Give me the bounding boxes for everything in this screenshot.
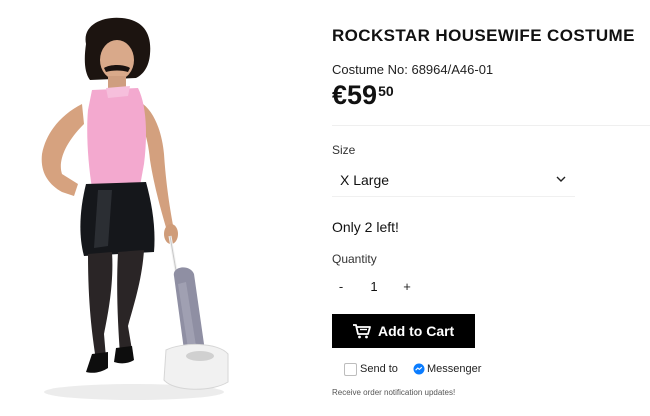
messenger-label: Messenger [427, 363, 482, 375]
cart-icon [353, 324, 371, 339]
product-price: €5950 [332, 80, 394, 111]
price-cents: 50 [378, 83, 394, 99]
notification-note: Receive order notification updates! [332, 388, 456, 397]
add-to-cart-label: Add to Cart [378, 323, 455, 339]
chevron-down-icon [556, 176, 566, 182]
messenger-checkbox[interactable] [344, 363, 357, 376]
divider [332, 125, 650, 126]
send-to-label: Send to [360, 363, 398, 375]
size-label: Size [332, 143, 356, 157]
add-to-cart-button[interactable]: Add to Cart [332, 314, 475, 348]
quantity-stepper: - + [332, 274, 424, 298]
quantity-label: Quantity [332, 252, 377, 266]
product-details: ROCKSTAR HOUSEWIFE COSTUME Costume No: 6… [332, 0, 650, 416]
product-title: ROCKSTAR HOUSEWIFE COSTUME [332, 26, 635, 45]
product-image [41, 17, 229, 400]
size-select[interactable]: X Large [332, 164, 575, 197]
messenger-icon [413, 363, 425, 375]
send-to-messenger: Send to Messenger [344, 362, 544, 378]
size-selected-value: X Large [340, 172, 390, 188]
stock-status: Only 2 left! [332, 219, 399, 235]
costume-number: Costume No: 68964/A46-01 [332, 62, 494, 77]
quantity-increase-button[interactable]: + [398, 274, 416, 298]
price-main: €59 [332, 80, 378, 110]
quantity-input[interactable] [358, 274, 390, 298]
quantity-decrease-button[interactable]: - [332, 274, 350, 298]
